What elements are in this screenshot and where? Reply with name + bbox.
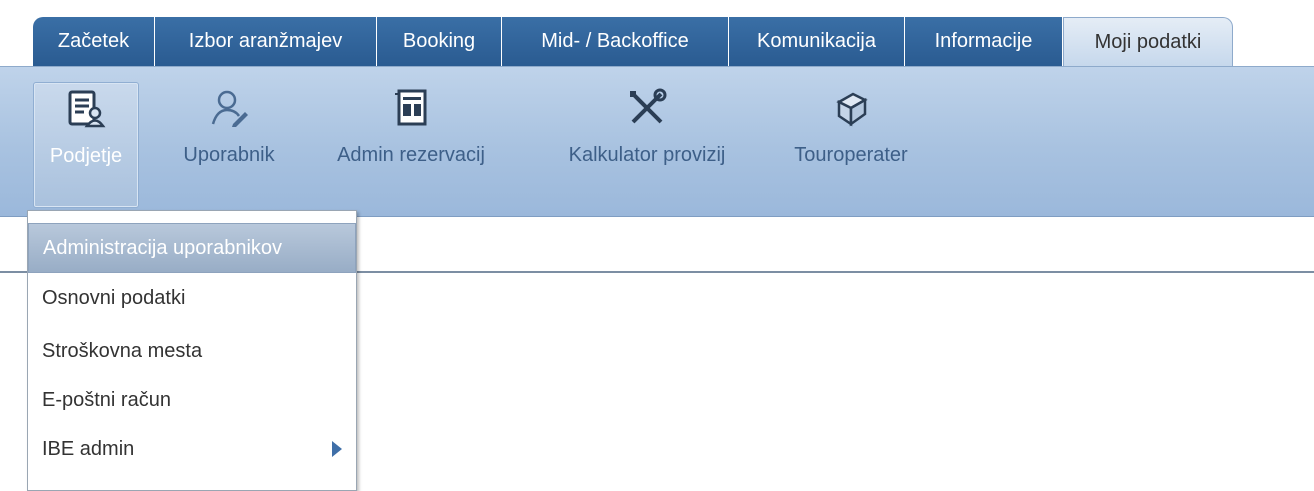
menu-item-stroskovna-mesta[interactable]: Stroškovna mesta [28, 326, 356, 376]
tab-informacije[interactable]: Informacije [905, 17, 1063, 66]
menu-item-e-postni-racun[interactable]: E-poštni račun [28, 375, 356, 425]
submenu-arrow-icon [332, 441, 342, 457]
touroperator-icon [836, 92, 868, 127]
ribbon-item-uporabnik[interactable]: Uporabnik [168, 82, 290, 206]
ribbon-item-podjetje[interactable]: Podjetje [33, 82, 139, 208]
ribbon-item-label: Admin rezervacij [337, 144, 485, 166]
ribbon-item-touroperater[interactable]: Touroperater [776, 82, 926, 206]
menu-item-administracija-uporabnikov[interactable]: Administracija uporabnikov [28, 223, 356, 273]
menu-item-label: IBE admin [42, 437, 135, 460]
tab-moji-podatki[interactable]: Moji podatki [1063, 17, 1233, 66]
tab-booking[interactable]: Booking [377, 17, 502, 66]
tab-komunikacija[interactable]: Komunikacija [729, 17, 905, 66]
booking-admin-icon [395, 89, 427, 126]
ribbon-item-label: Touroperater [794, 144, 908, 166]
ribbon-item-kalkulator-provizij[interactable]: Kalkulator provizij [540, 82, 754, 206]
ribbon-item-label: Kalkulator provizij [568, 144, 726, 166]
ribbon-toolbar: Podjetje Uporabnik Admin rezervacij Kalk… [0, 66, 1314, 217]
user-edit-icon [211, 90, 248, 127]
company-document-icon [68, 90, 106, 128]
tab-izbor-aranzmajev[interactable]: Izbor aranžmajev [155, 17, 377, 66]
ribbon-item-label: Podjetje [49, 145, 123, 167]
main-tab-bar: Začetek Izbor aranžmajev Booking Mid- / … [0, 0, 1314, 66]
tab-zacetek[interactable]: Začetek [33, 17, 155, 66]
menu-item-osnovni-podatki[interactable]: Osnovni podatki [28, 273, 356, 323]
ribbon-item-admin-rezervacij[interactable]: Admin rezervacij [312, 82, 510, 206]
ribbon-item-label: Uporabnik [183, 144, 275, 166]
menu-item-ibe-admin[interactable]: IBE admin [28, 424, 356, 474]
tab-mid-backoffice[interactable]: Mid- / Backoffice [502, 17, 729, 66]
tab-row: Začetek Izbor aranžmajev Booking Mid- / … [33, 17, 1233, 66]
tools-icon [630, 88, 667, 124]
company-dropdown-menu: Administracija uporabnikov Osnovni podat… [27, 210, 357, 491]
